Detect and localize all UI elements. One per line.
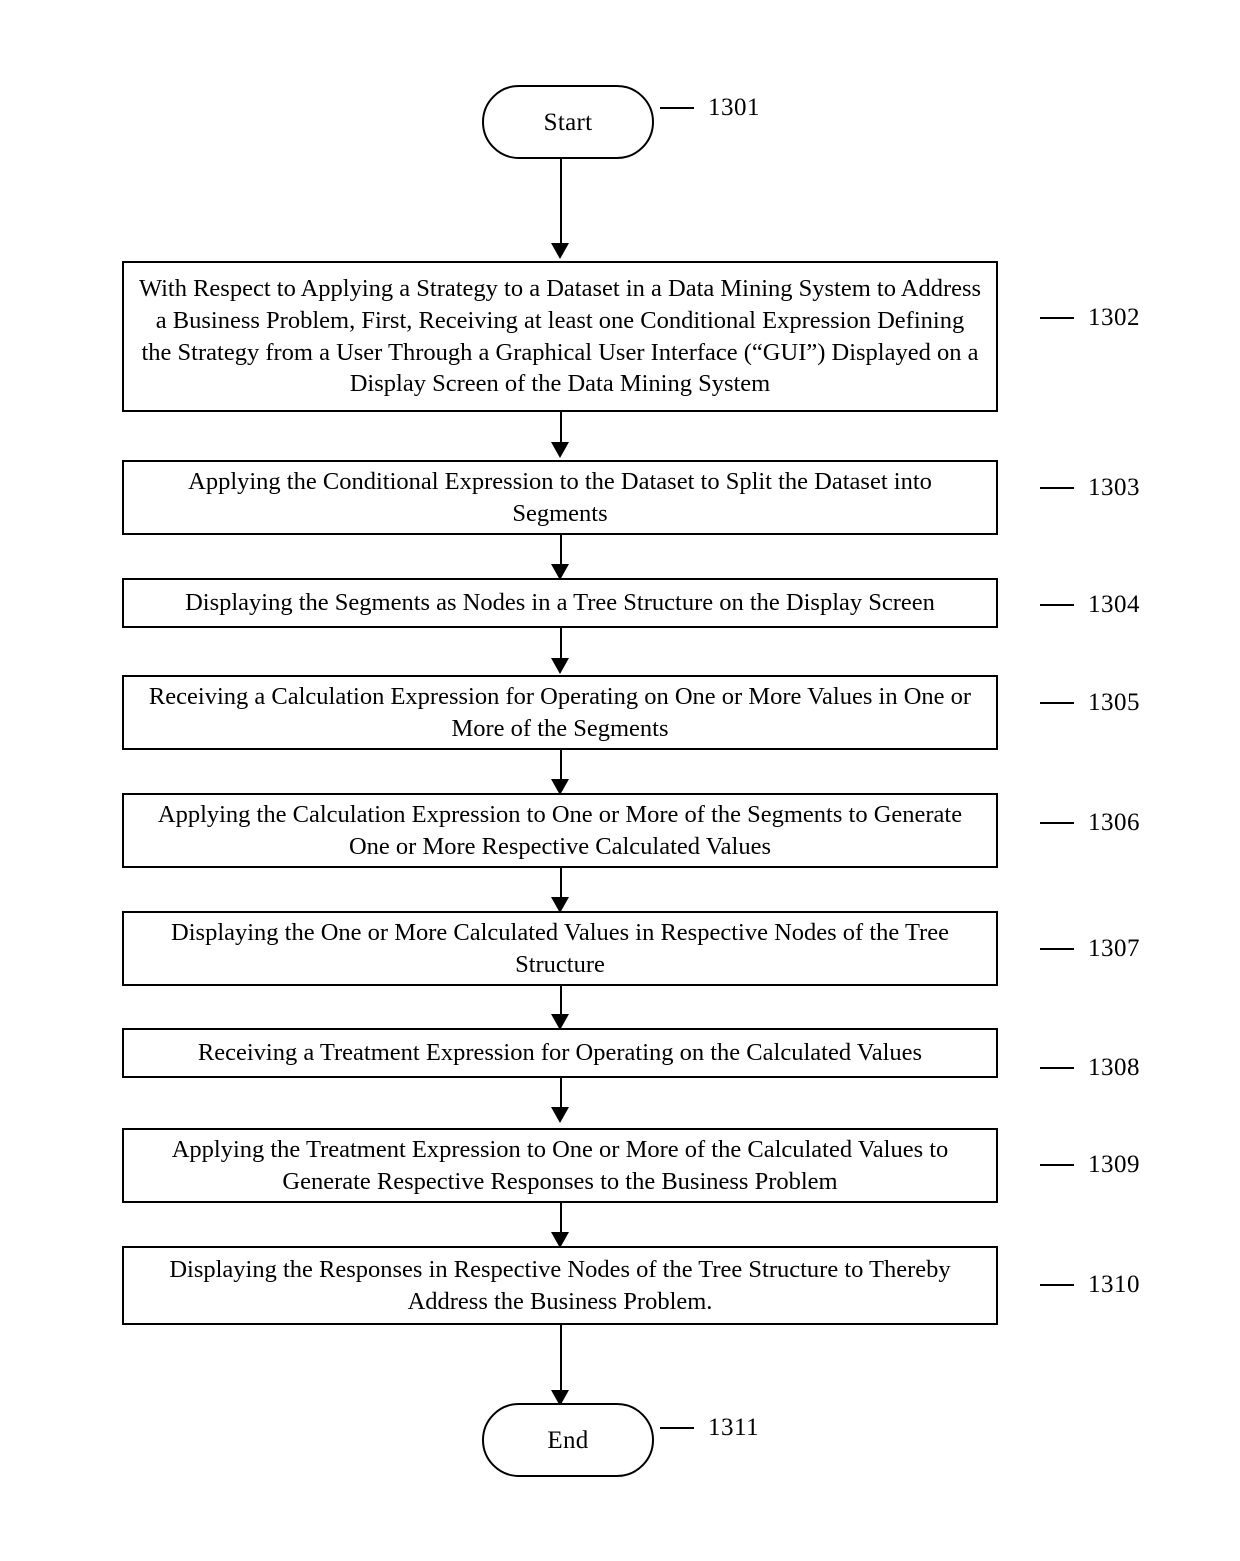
node-label-1308: Receiving a Treatment Expression for Ope… <box>197 1039 923 1067</box>
reference-number-1308: 1308 <box>1088 1054 1140 1081</box>
arrowhead-start-to-1302 <box>551 243 569 259</box>
reference-callout-1301: 1301 <box>660 95 760 120</box>
arrowhead-1308-to-1309 <box>551 1107 569 1123</box>
connector-1304-to-1305 <box>560 628 562 660</box>
leader-line-icon <box>1040 701 1074 704</box>
flowchart-node-1306: Applying the Calculation Expression to O… <box>122 793 998 868</box>
leader-line-icon <box>1040 1283 1074 1286</box>
leader-line-icon <box>1040 1066 1074 1069</box>
node-label-1307: Displaying the One or More Calculated Va… <box>171 918 949 978</box>
flowchart-node-1302: With Respect to Applying a Strategy to a… <box>122 261 998 412</box>
reference-callout-1310: 1310 <box>1040 1272 1140 1297</box>
leader-line-icon <box>1040 821 1074 824</box>
reference-number-1303: 1303 <box>1088 474 1140 501</box>
reference-number-1301: 1301 <box>708 94 760 121</box>
reference-callout-1309: 1309 <box>1040 1152 1140 1177</box>
reference-callout-1311: 1311 <box>660 1415 759 1440</box>
leader-line-icon <box>1040 603 1074 606</box>
connector-1309-to-1310 <box>560 1203 562 1235</box>
node-label-end: End <box>547 1426 589 1454</box>
arrowhead-1304-to-1305 <box>551 658 569 674</box>
flowchart-node-1308: Receiving a Treatment Expression for Ope… <box>122 1028 998 1078</box>
reference-number-1304: 1304 <box>1088 591 1140 618</box>
patent-flowchart-figure: Start 1301 With Respect to Applying a St… <box>0 0 1240 1561</box>
flowchart-node-1304: Displaying the Segments as Nodes in a Tr… <box>122 578 998 628</box>
node-label-1303: Applying the Conditional Expression to t… <box>188 467 932 527</box>
connector-1308-to-1309 <box>560 1078 562 1110</box>
node-label-start: Start <box>543 108 593 136</box>
connector-1306-to-1307 <box>560 868 562 900</box>
reference-callout-1303: 1303 <box>1040 475 1140 500</box>
leader-line-icon <box>660 1426 694 1429</box>
node-label-1305: Receiving a Calculation Expression for O… <box>148 682 972 742</box>
node-label-1310: Displaying the Responses in Respective N… <box>169 1255 951 1315</box>
arrowhead-1302-to-1303 <box>551 442 569 458</box>
reference-callout-1306: 1306 <box>1040 810 1140 835</box>
reference-number-1311: 1311 <box>708 1414 760 1441</box>
flowchart-node-1307: Displaying the One or More Calculated Va… <box>122 911 998 986</box>
flowchart-node-end: End <box>482 1403 654 1477</box>
reference-number-1302: 1302 <box>1088 304 1140 331</box>
node-label-1304: Displaying the Segments as Nodes in a Tr… <box>185 589 935 617</box>
leader-line-icon <box>660 106 694 109</box>
reference-number-1310: 1310 <box>1088 1271 1140 1298</box>
connector-1305-to-1306 <box>560 750 562 782</box>
leader-line-icon <box>1040 486 1074 489</box>
leader-line-icon <box>1040 947 1074 950</box>
reference-number-1305: 1305 <box>1088 689 1140 716</box>
leader-line-icon <box>1040 1163 1074 1166</box>
reference-callout-1308: 1308 <box>1040 1055 1140 1080</box>
flowchart-node-1305: Receiving a Calculation Expression for O… <box>122 675 998 750</box>
reference-callout-1302: 1302 <box>1040 305 1140 330</box>
reference-number-1306: 1306 <box>1088 809 1140 836</box>
flowchart-node-1310: Displaying the Responses in Respective N… <box>122 1246 998 1325</box>
reference-number-1307: 1307 <box>1088 935 1140 962</box>
reference-callout-1305: 1305 <box>1040 690 1140 715</box>
connector-1303-to-1304 <box>560 535 562 567</box>
flowchart-node-1309: Applying the Treatment Expression to One… <box>122 1128 998 1203</box>
node-label-1302: With Respect to Applying a Strategy to a… <box>138 274 982 398</box>
flowchart-node-1303: Applying the Conditional Expression to t… <box>122 460 998 535</box>
connector-start-to-1302 <box>560 159 562 245</box>
reference-number-1309: 1309 <box>1088 1151 1140 1178</box>
reference-callout-1304: 1304 <box>1040 592 1140 617</box>
node-label-1306: Applying the Calculation Expression to O… <box>157 800 963 860</box>
reference-callout-1307: 1307 <box>1040 936 1140 961</box>
flowchart-node-start: Start <box>482 85 654 159</box>
node-label-1309: Applying the Treatment Expression to One… <box>171 1135 949 1195</box>
connector-1302-to-1303 <box>560 412 562 444</box>
leader-line-icon <box>1040 316 1074 319</box>
